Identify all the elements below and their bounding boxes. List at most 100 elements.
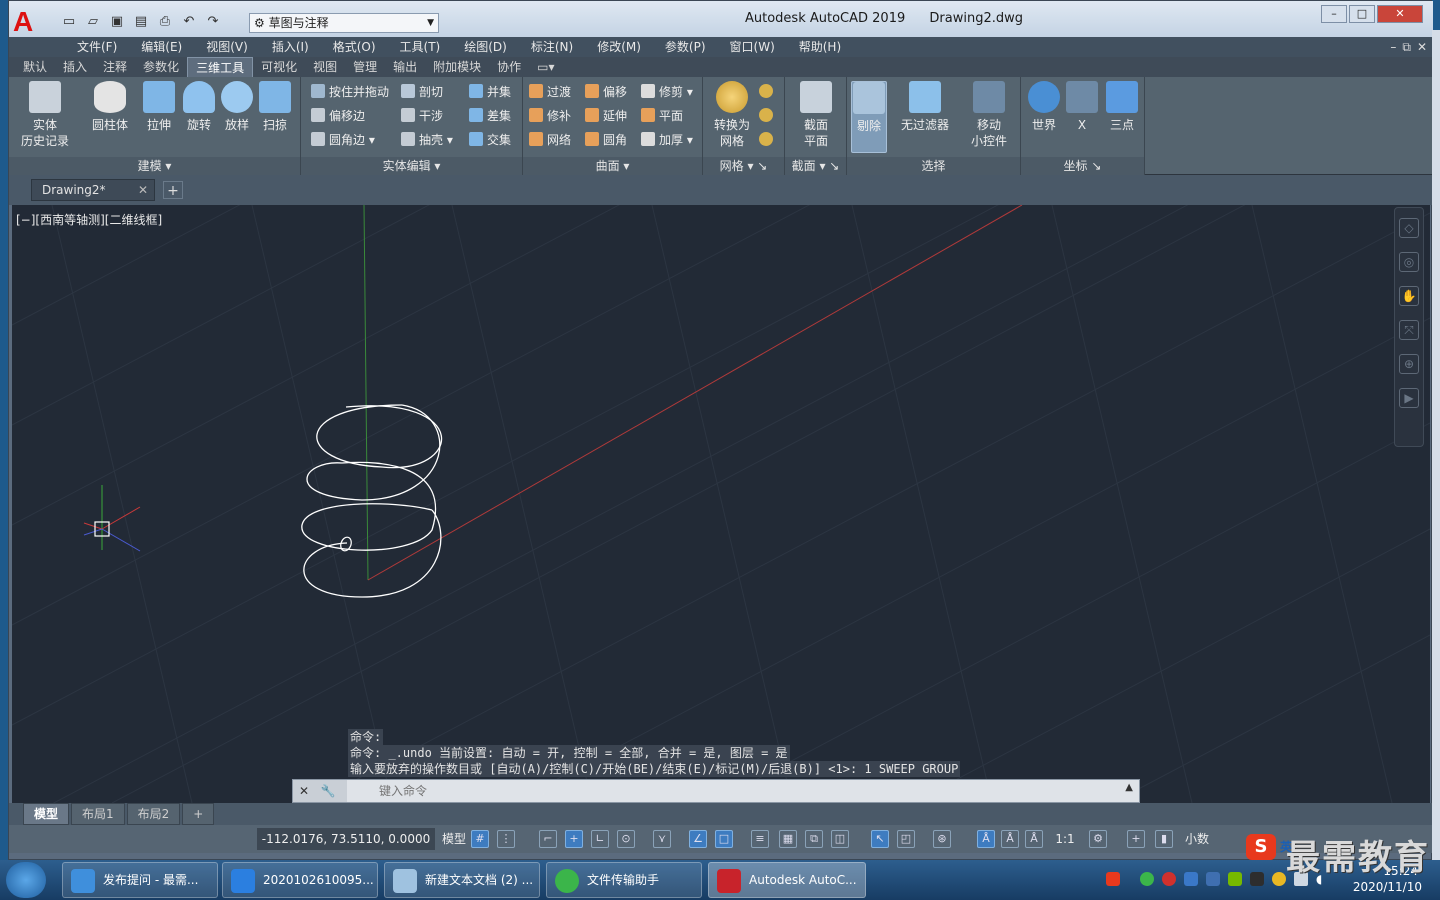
orbit-icon[interactable]: ⊕ <box>1399 354 1419 374</box>
move-gizmo-button[interactable]: 移动 小控件 <box>963 81 1015 149</box>
slice-button[interactable]: 剖切 <box>401 81 443 103</box>
offset-edge-button[interactable]: 偏移边 <box>311 105 365 127</box>
cylinder-button[interactable]: 圆柱体 <box>87 81 133 133</box>
tab-view[interactable]: 视图 <box>305 57 345 77</box>
fillet-edge-button[interactable]: 圆角边 ▾ <box>311 129 375 151</box>
shell-button[interactable]: 抽壳 ▾ <box>401 129 453 151</box>
add-layout-button[interactable]: + <box>182 803 215 825</box>
network-button[interactable]: 网络 <box>529 129 571 151</box>
ortho-icon[interactable]: ∟ <box>591 830 609 848</box>
dynamic-ucs-icon[interactable]: ↖ <box>871 830 889 848</box>
sweep-button[interactable]: 扫掠 <box>253 81 297 133</box>
menu-window[interactable]: 窗口(W) <box>718 37 787 57</box>
panel-title-coordinates[interactable]: 坐标 ↘ <box>1021 157 1144 175</box>
tab-manage[interactable]: 管理 <box>345 57 385 77</box>
weibo-icon[interactable] <box>1162 872 1176 886</box>
taskbar-item-ie[interactable]: 发布提问 - 最需... <box>62 862 218 898</box>
nvidia-icon[interactable] <box>1228 872 1242 886</box>
save-icon[interactable]: ▣ <box>107 13 127 31</box>
tab-annotate[interactable]: 注释 <box>95 57 135 77</box>
coordinate-readout[interactable]: -112.0176, 73.5110, 0.0000 <box>257 828 435 850</box>
taskbar-item-wps[interactable]: 2020102610095... <box>222 862 378 898</box>
tab-output[interactable]: 输出 <box>385 57 425 77</box>
extend-button[interactable]: 延伸 <box>585 105 627 127</box>
no-filter-button[interactable]: 无过滤器 <box>897 81 953 133</box>
gizmo-icon[interactable]: ⊛ <box>933 830 951 848</box>
extrude-button[interactable]: 拉伸 <box>137 81 181 133</box>
auto-scale-icon[interactable]: Å <box>1001 830 1019 848</box>
menu-help[interactable]: 帮助(H) <box>787 37 853 57</box>
clock-date[interactable]: 2020/11/10 <box>1353 880 1422 894</box>
taskbar-item-autocad[interactable]: Autodesk AutoC... <box>708 862 866 898</box>
menu-tools[interactable]: 工具(T) <box>388 37 453 57</box>
polar-icon[interactable]: ⊙ <box>617 830 635 848</box>
workspace-switch-gear-icon[interactable]: ⚙ <box>1089 830 1107 848</box>
surface-offset-button[interactable]: 偏移 <box>585 81 627 103</box>
patch-button[interactable]: 修补 <box>529 105 571 127</box>
tab-layout2[interactable]: 布局2 <box>126 803 181 825</box>
panel-title-solid-edit[interactable]: 实体编辑 ▾ <box>301 157 522 175</box>
close-icon[interactable]: ✕ <box>299 784 309 798</box>
solid-history-button[interactable]: 实体 历史记录 <box>17 81 73 149</box>
menu-modify[interactable]: 修改(M) <box>585 37 653 57</box>
tab-default[interactable]: 默认 <box>15 57 55 77</box>
lineweight-icon[interactable]: ≡ <box>751 830 769 848</box>
annotation-monitor-plus-icon[interactable]: + <box>1127 830 1145 848</box>
infer-constraints-icon[interactable]: ⌐ <box>539 830 557 848</box>
pan-hand-icon[interactable]: ✋ <box>1399 286 1419 306</box>
menu-file[interactable]: 文件(F) <box>65 37 129 57</box>
presspull-button[interactable]: 按住并拖动 <box>311 81 389 103</box>
doc-restore-button[interactable]: ⧉ <box>1402 37 1411 57</box>
viewport-controls-label[interactable]: [−][西南等轴测][二维线框] <box>16 211 162 228</box>
doc-tab-drawing2[interactable]: Drawing2* ✕ <box>31 179 155 201</box>
mesh-smooth-button[interactable] <box>759 81 777 103</box>
print-icon[interactable]: ⎙ <box>155 13 175 31</box>
convert-to-mesh-button[interactable]: 转换为 网格 <box>707 81 757 149</box>
start-button[interactable] <box>6 862 46 898</box>
chevron-up-icon[interactable]: ▲ <box>1125 782 1133 793</box>
close-button[interactable]: ✕ <box>1377 5 1423 23</box>
blend-button[interactable]: 过渡 <box>529 81 571 103</box>
ucs-world-button[interactable]: 世界 <box>1025 81 1063 133</box>
transparency-icon[interactable]: ▦ <box>779 830 797 848</box>
menu-view[interactable]: 视图(V) <box>194 37 260 57</box>
doc-close-button[interactable]: ✕ <box>1417 37 1427 57</box>
panel-title-surface[interactable]: 曲面 ▾ <box>523 157 702 175</box>
intersect-button[interactable]: 交集 <box>469 129 511 151</box>
selection-filter-icon[interactable]: ◰ <box>897 830 915 848</box>
undo-icon[interactable]: ↶ <box>179 13 199 31</box>
menu-insert[interactable]: 插入(I) <box>260 37 321 57</box>
taskbar-item-wechat[interactable]: 文件传输助手 <box>546 862 702 898</box>
ucs-x-button[interactable]: X <box>1063 81 1101 133</box>
new-icon[interactable]: ▭ <box>59 13 79 31</box>
workspace-dropdown[interactable]: ⚙ 草图与注释 ▼ <box>249 13 439 33</box>
viewport-canvas[interactable] <box>12 205 1430 803</box>
trim-button[interactable]: 修剪 ▾ <box>641 81 693 103</box>
selection-cycling-icon[interactable]: ⧉ <box>805 830 823 848</box>
open-icon[interactable]: ▱ <box>83 13 103 31</box>
3d-osnap-icon[interactable]: ◫ <box>831 830 849 848</box>
tab-insert[interactable]: 插入 <box>55 57 95 77</box>
dynamic-input-icon[interactable]: + <box>565 830 583 848</box>
menu-draw[interactable]: 绘图(D) <box>452 37 519 57</box>
tab-3d-tools[interactable]: 三维工具 <box>187 57 254 77</box>
panel-title-modeling[interactable]: 建模 ▾ <box>9 157 300 175</box>
menu-format[interactable]: 格式(O) <box>321 37 388 57</box>
annotation-visibility-icon[interactable]: Å <box>977 830 995 848</box>
tab-layout1[interactable]: 布局1 <box>71 803 125 825</box>
redo-icon[interactable]: ↷ <box>203 13 223 31</box>
maximize-button[interactable]: □ <box>1349 5 1375 23</box>
zoom-icon[interactable]: ⤧ <box>1399 320 1419 340</box>
menu-parameter[interactable]: 参数(P) <box>653 37 718 57</box>
tab-parametric[interactable]: 参数化 <box>135 57 187 77</box>
steering-wheel-icon[interactable]: ◎ <box>1399 252 1419 272</box>
panel-title-section[interactable]: 截面 ▾ ↘ <box>785 157 846 175</box>
menu-dimension[interactable]: 标注(N) <box>519 37 585 57</box>
grid-icon[interactable]: # <box>471 830 489 848</box>
tab-model[interactable]: 模型 <box>23 803 70 825</box>
annotation-scale-value[interactable]: 1:1 <box>1045 828 1085 850</box>
showmotion-icon[interactable]: ▶ <box>1399 388 1419 408</box>
autocad-logo-button[interactable]: A <box>13 7 43 37</box>
mesh-crease-button[interactable] <box>759 129 777 151</box>
object-snap-icon[interactable]: □ <box>715 830 733 848</box>
